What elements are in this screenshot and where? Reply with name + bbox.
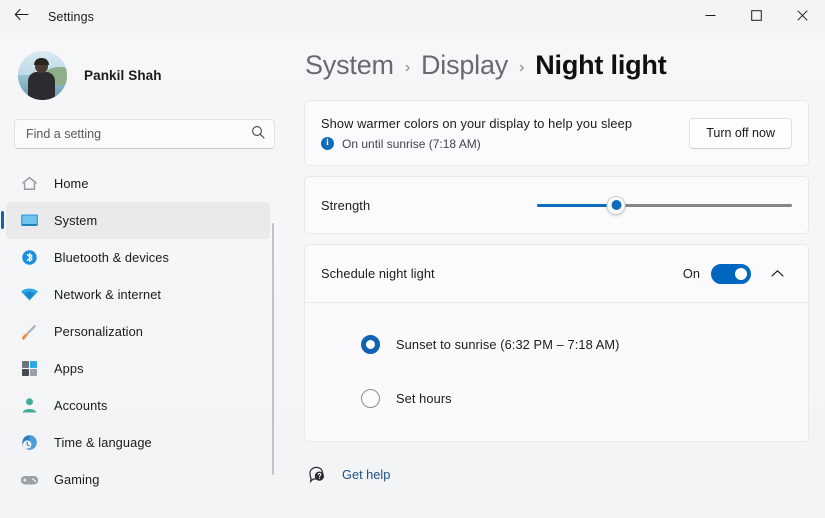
sidebar-item-apps[interactable]: Apps (6, 350, 270, 387)
strength-card: Strength (304, 176, 809, 234)
sidebar-item-time-language[interactable]: Time & language (6, 424, 270, 461)
back-arrow-icon (14, 8, 29, 26)
person-icon (18, 396, 40, 416)
sidebar-item-network[interactable]: Network & internet (6, 276, 270, 313)
schedule-label: Schedule night light (321, 266, 435, 281)
search-input[interactable] (26, 127, 251, 141)
radio-label: Set hours (396, 391, 452, 406)
avatar (18, 51, 67, 100)
get-help-link[interactable]: Get help (342, 467, 390, 482)
sidebar-item-label: Personalization (54, 324, 143, 339)
maximize-button[interactable] (733, 0, 779, 33)
sidebar-item-label: Apps (54, 361, 84, 376)
summary-title: Show warmer colors on your display to he… (321, 116, 689, 131)
chevron-up-icon (771, 265, 784, 283)
info-icon: i (321, 137, 334, 150)
sidebar-nav: Home System (0, 165, 290, 498)
schedule-night-light-card: Schedule night light On (304, 244, 809, 442)
schedule-toggle[interactable] (711, 264, 751, 284)
sidebar-item-label: Time & language (54, 435, 152, 450)
profile-block[interactable]: Pankil Shah (18, 45, 290, 105)
sidebar-item-label: Home (54, 176, 89, 191)
sidebar-scrollbar[interactable] (272, 223, 274, 475)
maximize-icon (751, 8, 762, 26)
slider-thumb[interactable] (607, 196, 626, 215)
radio-label: Sunset to sunrise (6:32 PM – 7:18 AM) (396, 337, 620, 352)
home-icon (18, 174, 40, 194)
sidebar-item-accounts[interactable]: Accounts (6, 387, 270, 424)
help-question-icon (306, 464, 328, 484)
sidebar-item-label: Bluetooth & devices (54, 250, 169, 265)
clock-globe-icon (18, 433, 40, 453)
profile-name: Pankil Shah (84, 68, 162, 83)
summary-status-text: On until sunrise (7:18 AM) (342, 137, 481, 151)
close-icon (797, 8, 808, 26)
minimize-button[interactable] (687, 0, 733, 33)
search-box[interactable] (14, 119, 275, 149)
sidebar-item-label: Network & internet (54, 287, 161, 302)
paintbrush-icon (18, 322, 40, 342)
breadcrumb: System › Display › Night light (305, 50, 809, 81)
window-controls (687, 0, 825, 33)
sidebar-item-personalization[interactable]: Personalization (6, 313, 270, 350)
close-button[interactable] (779, 0, 825, 33)
page-title: Night light (535, 50, 666, 81)
radio-option-set-hours[interactable]: Set hours (305, 379, 808, 417)
turn-off-now-button[interactable]: Turn off now (689, 118, 792, 149)
bluetooth-icon (18, 248, 40, 268)
apps-grid-icon (18, 359, 40, 379)
summary-text-block: Show warmer colors on your display to he… (321, 106, 689, 161)
settings-window: Settings (0, 0, 825, 518)
gamepad-icon (18, 470, 40, 490)
breadcrumb-system[interactable]: System (305, 50, 394, 81)
sidebar-item-label: Gaming (54, 472, 99, 487)
sidebar: Pankil Shah (0, 33, 290, 518)
sidebar-item-label: Accounts (54, 398, 107, 413)
sidebar-item-system[interactable]: System (6, 202, 270, 239)
slider-fill (537, 204, 616, 207)
back-button[interactable] (4, 2, 38, 32)
chevron-right-icon: › (519, 59, 524, 77)
schedule-options-panel: Sunset to sunrise (6:32 PM – 7:18 AM) Se… (305, 302, 808, 441)
breadcrumb-display[interactable]: Display (421, 50, 508, 81)
radio-indicator (361, 335, 380, 354)
content-area: System › Display › Night light Show warm… (290, 33, 825, 518)
expand-collapse-button[interactable] (762, 259, 792, 289)
radio-option-sunset-to-sunrise[interactable]: Sunset to sunrise (6:32 PM – 7:18 AM) (305, 325, 808, 363)
radio-indicator (361, 389, 380, 408)
chevron-right-icon: › (405, 59, 410, 77)
sidebar-item-gaming[interactable]: Gaming (6, 461, 270, 498)
get-help-row[interactable]: Get help (306, 464, 809, 484)
strength-slider[interactable] (537, 189, 792, 221)
system-monitor-icon (18, 211, 40, 231)
search-icon (251, 125, 265, 144)
wifi-icon (18, 285, 40, 305)
sidebar-item-label: System (54, 213, 97, 228)
strength-label: Strength (321, 198, 370, 213)
summary-status: i On until sunrise (7:18 AM) (321, 137, 689, 151)
night-light-summary-card: Show warmer colors on your display to he… (304, 100, 809, 166)
title-bar: Settings (0, 0, 825, 33)
toggle-state-label: On (683, 266, 700, 281)
minimize-icon (705, 8, 716, 26)
window-title: Settings (48, 10, 94, 24)
sidebar-item-home[interactable]: Home (6, 165, 270, 202)
sidebar-item-bluetooth[interactable]: Bluetooth & devices (6, 239, 270, 276)
window-body: Pankil Shah (0, 33, 825, 518)
